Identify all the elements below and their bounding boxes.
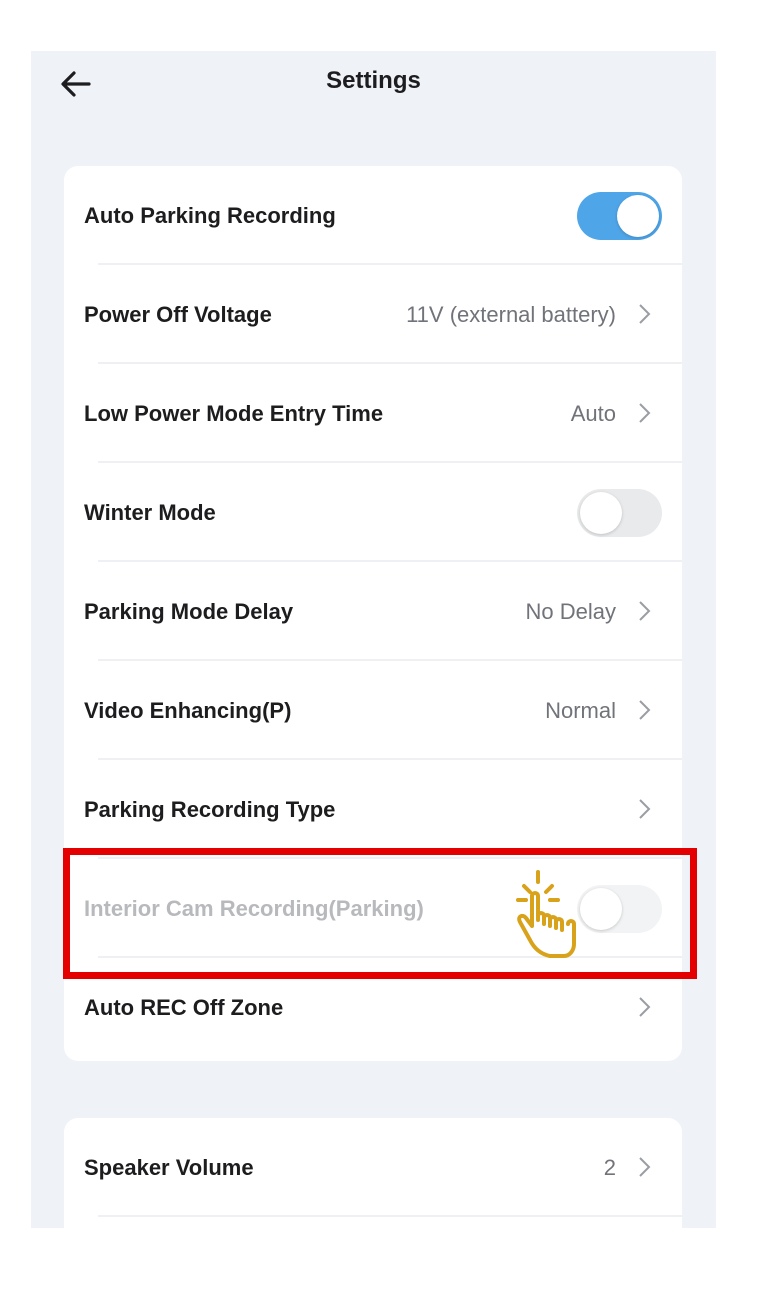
chevron-right-icon [639,601,651,621]
row-power-off-voltage[interactable]: Power Off Voltage 11V (external battery) [64,265,682,364]
chevron-right-icon [639,799,651,819]
row-low-power-mode-entry-time[interactable]: Low Power Mode Entry Time Auto [64,364,682,463]
settings-screen: Settings Auto Parking Recording Power Of… [31,51,716,1228]
row-label: Winter Mode [84,500,216,525]
row-interior-cam-recording-parking: Interior Cam Recording(Parking) [64,859,682,958]
row-label: Parking Mode Delay [84,599,294,624]
toggle-knob [580,888,622,930]
parking-settings-card: Auto Parking Recording Power Off Voltage… [64,166,682,1061]
row-label: Auto REC Off Zone [84,995,284,1020]
chevron-right-icon [639,700,651,720]
row-parking-mode-delay[interactable]: Parking Mode Delay No Delay [64,562,682,661]
row-label: Parking Recording Type [84,797,336,822]
row-label: Low Power Mode Entry Time [84,401,384,426]
chevron-right-icon [639,304,651,324]
row-auto-rec-off-zone[interactable]: Auto REC Off Zone [64,958,682,1057]
toggle-knob [580,492,622,534]
divider [98,1215,682,1217]
header: Settings [31,51,716,115]
row-parking-recording-type[interactable]: Parking Recording Type [64,760,682,859]
row-speaker-volume[interactable]: Speaker Volume 2 [64,1118,682,1217]
row-label: Speaker Volume [84,1155,254,1180]
row-label: Interior Cam Recording(Parking) [84,896,424,921]
row-value: Auto [570,401,616,426]
toggle-knob [617,195,659,237]
chevron-right-icon [639,1157,651,1177]
row-value: Normal [545,698,616,723]
row-auto-parking-recording: Auto Parking Recording [64,166,682,265]
row-label: Power Off Voltage [84,302,272,327]
page-title: Settings [326,67,421,94]
tap-hand-icon [516,870,576,958]
winter-mode-toggle[interactable] [577,489,662,537]
interior-cam-recording-toggle[interactable] [577,885,662,933]
auto-parking-recording-toggle[interactable] [577,192,662,240]
row-value: No Delay [525,599,616,624]
row-winter-mode: Winter Mode [64,463,682,562]
chevron-right-icon [639,403,651,423]
row-value: 11V (external battery) [406,302,616,327]
row-label: Auto Parking Recording [84,203,336,228]
row-video-enhancing[interactable]: Video Enhancing(P) Normal [64,661,682,760]
chevron-right-icon [639,997,651,1017]
general-settings-card: Speaker Volume 2 [64,1118,682,1228]
row-value: 2 [603,1155,616,1180]
row-label: Video Enhancing(P) [84,698,292,723]
